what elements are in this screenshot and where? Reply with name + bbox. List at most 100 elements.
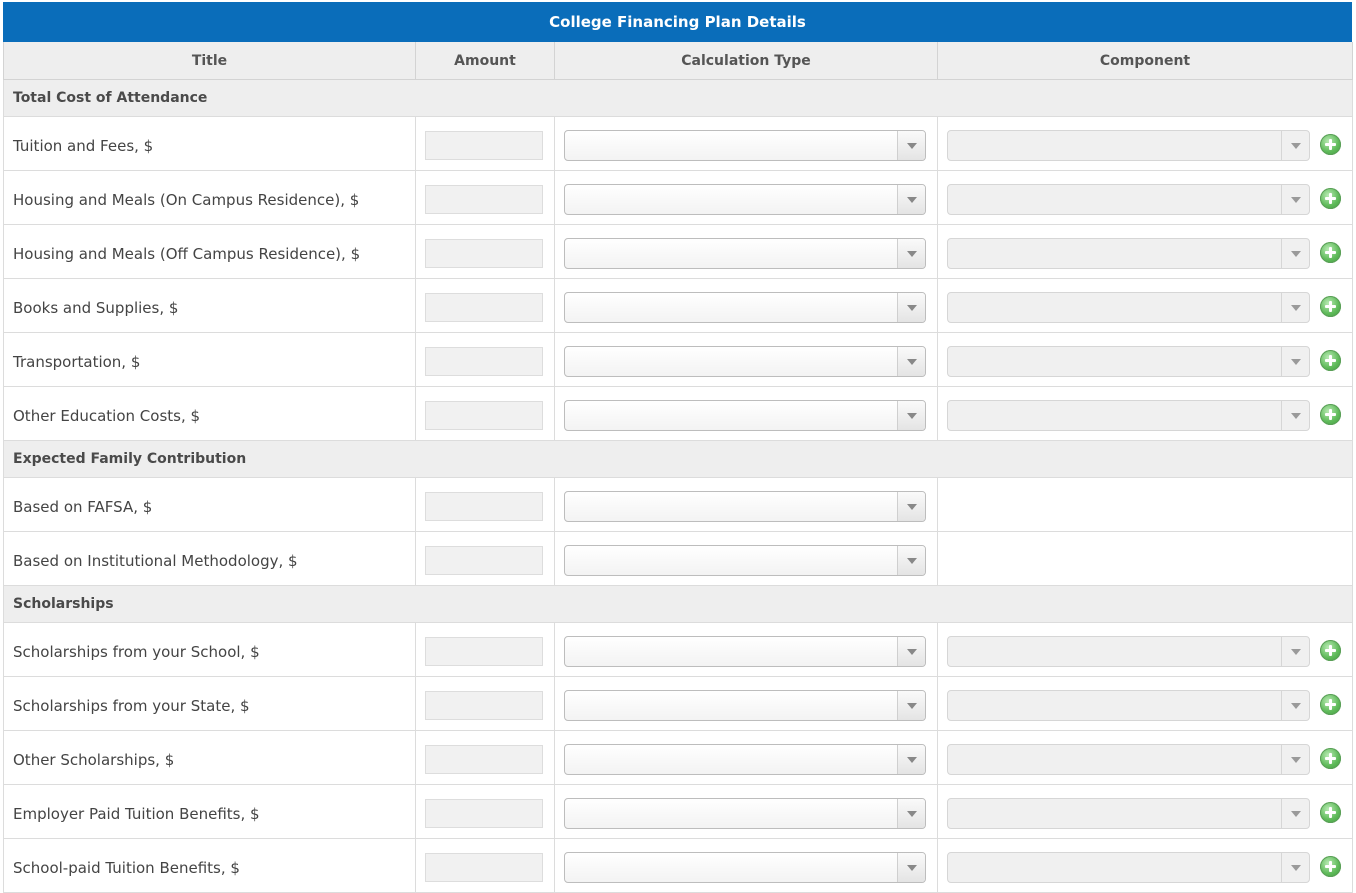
component-select[interactable] xyxy=(947,690,1310,721)
calculation-type-select[interactable] xyxy=(564,346,926,377)
row-title: Tuition and Fees, $ xyxy=(3,116,416,171)
amount-cell xyxy=(415,784,555,839)
amount-input[interactable] xyxy=(425,745,543,774)
component-select[interactable] xyxy=(947,130,1310,161)
amount-input[interactable] xyxy=(425,637,543,666)
chevron-down-icon[interactable] xyxy=(897,347,925,376)
plus-circle-icon[interactable] xyxy=(1320,802,1341,823)
plus-circle-icon[interactable] xyxy=(1320,242,1341,263)
component-select[interactable] xyxy=(947,636,1310,667)
plus-circle-icon[interactable] xyxy=(1320,694,1341,715)
chevron-down-icon[interactable] xyxy=(1281,637,1309,666)
plus-circle-icon[interactable] xyxy=(1320,748,1341,769)
amount-input[interactable] xyxy=(425,347,543,376)
column-header-amount: Amount xyxy=(415,42,555,80)
calculation-type-select[interactable] xyxy=(564,690,926,721)
plus-circle-icon[interactable] xyxy=(1320,856,1341,877)
chevron-down-icon[interactable] xyxy=(1281,293,1309,322)
chevron-down-icon[interactable] xyxy=(1281,745,1309,774)
row-title: Housing and Meals (On Campus Residence),… xyxy=(3,170,416,225)
chevron-down-icon[interactable] xyxy=(1281,691,1309,720)
chevron-down-icon[interactable] xyxy=(1281,347,1309,376)
amount-input[interactable] xyxy=(425,492,543,521)
chevron-down-icon[interactable] xyxy=(897,185,925,214)
component-control xyxy=(938,690,1352,721)
table-row: Other Scholarships, $ xyxy=(3,730,1353,785)
table-header-row: Title Amount Calculation Type Component xyxy=(3,42,1353,80)
plus-circle-icon[interactable] xyxy=(1320,296,1341,317)
section-title: Scholarships xyxy=(3,585,1353,623)
calculation-type-cell xyxy=(554,477,938,532)
calculation-type-select[interactable] xyxy=(564,238,926,269)
component-select[interactable] xyxy=(947,184,1310,215)
chevron-down-icon[interactable] xyxy=(897,637,925,666)
amount-input[interactable] xyxy=(425,691,543,720)
chevron-down-icon[interactable] xyxy=(897,492,925,521)
amount-cell xyxy=(415,531,555,586)
component-select[interactable] xyxy=(947,346,1310,377)
chevron-down-icon[interactable] xyxy=(897,401,925,430)
row-title: Other Scholarships, $ xyxy=(3,730,416,785)
chevron-down-icon[interactable] xyxy=(1281,185,1309,214)
table-row: Tuition and Fees, $ xyxy=(3,116,1353,171)
component-select[interactable] xyxy=(947,400,1310,431)
plus-circle-icon[interactable] xyxy=(1320,188,1341,209)
calculation-type-select[interactable] xyxy=(564,798,926,829)
table-row: Transportation, $ xyxy=(3,332,1353,387)
calculation-type-select[interactable] xyxy=(564,636,926,667)
chevron-down-icon[interactable] xyxy=(897,293,925,322)
amount-input[interactable] xyxy=(425,799,543,828)
row-title: Based on FAFSA, $ xyxy=(3,477,416,532)
panel-title: College Financing Plan Details xyxy=(3,2,1352,42)
chevron-down-icon[interactable] xyxy=(897,853,925,882)
chevron-down-icon[interactable] xyxy=(1281,239,1309,268)
component-control xyxy=(938,798,1352,829)
component-select[interactable] xyxy=(947,744,1310,775)
amount-input[interactable] xyxy=(425,185,543,214)
calculation-type-select[interactable] xyxy=(564,400,926,431)
amount-cell xyxy=(415,386,555,441)
calculation-type-select[interactable] xyxy=(564,545,926,576)
chevron-down-icon[interactable] xyxy=(897,745,925,774)
component-select[interactable] xyxy=(947,238,1310,269)
calculation-type-select[interactable] xyxy=(564,491,926,522)
amount-cell xyxy=(415,278,555,333)
calculation-type-select[interactable] xyxy=(564,292,926,323)
component-select[interactable] xyxy=(947,292,1310,323)
component-select[interactable] xyxy=(947,798,1310,829)
amount-input[interactable] xyxy=(425,401,543,430)
table-row: Based on Institutional Methodology, $ xyxy=(3,531,1353,586)
calculation-type-select[interactable] xyxy=(564,184,926,215)
component-control xyxy=(938,346,1352,377)
calculation-type-select[interactable] xyxy=(564,130,926,161)
component-select[interactable] xyxy=(947,852,1310,883)
calculation-type-select[interactable] xyxy=(564,744,926,775)
amount-input[interactable] xyxy=(425,131,543,160)
chevron-down-icon[interactable] xyxy=(1281,131,1309,160)
amount-input[interactable] xyxy=(425,853,543,882)
plus-circle-icon[interactable] xyxy=(1320,404,1341,425)
amount-cell xyxy=(415,622,555,677)
chevron-down-icon[interactable] xyxy=(1281,853,1309,882)
component-control xyxy=(938,238,1352,269)
chevron-down-icon[interactable] xyxy=(897,131,925,160)
amount-input[interactable] xyxy=(425,239,543,268)
chevron-down-icon[interactable] xyxy=(897,239,925,268)
chevron-down-icon[interactable] xyxy=(897,799,925,828)
calculation-type-select[interactable] xyxy=(564,852,926,883)
component-cell xyxy=(937,531,1353,586)
plus-circle-icon[interactable] xyxy=(1320,350,1341,371)
plus-circle-icon[interactable] xyxy=(1320,640,1341,661)
chevron-down-icon[interactable] xyxy=(897,546,925,575)
amount-input[interactable] xyxy=(425,293,543,322)
component-cell xyxy=(937,676,1353,731)
table-row: Employer Paid Tuition Benefits, $ xyxy=(3,784,1353,839)
chevron-down-icon[interactable] xyxy=(1281,799,1309,828)
plus-circle-icon[interactable] xyxy=(1320,134,1341,155)
section-title: Total Cost of Attendance xyxy=(3,79,1353,117)
calculation-type-cell xyxy=(554,116,938,171)
calculation-type-cell xyxy=(554,676,938,731)
amount-input[interactable] xyxy=(425,546,543,575)
chevron-down-icon[interactable] xyxy=(1281,401,1309,430)
chevron-down-icon[interactable] xyxy=(897,691,925,720)
